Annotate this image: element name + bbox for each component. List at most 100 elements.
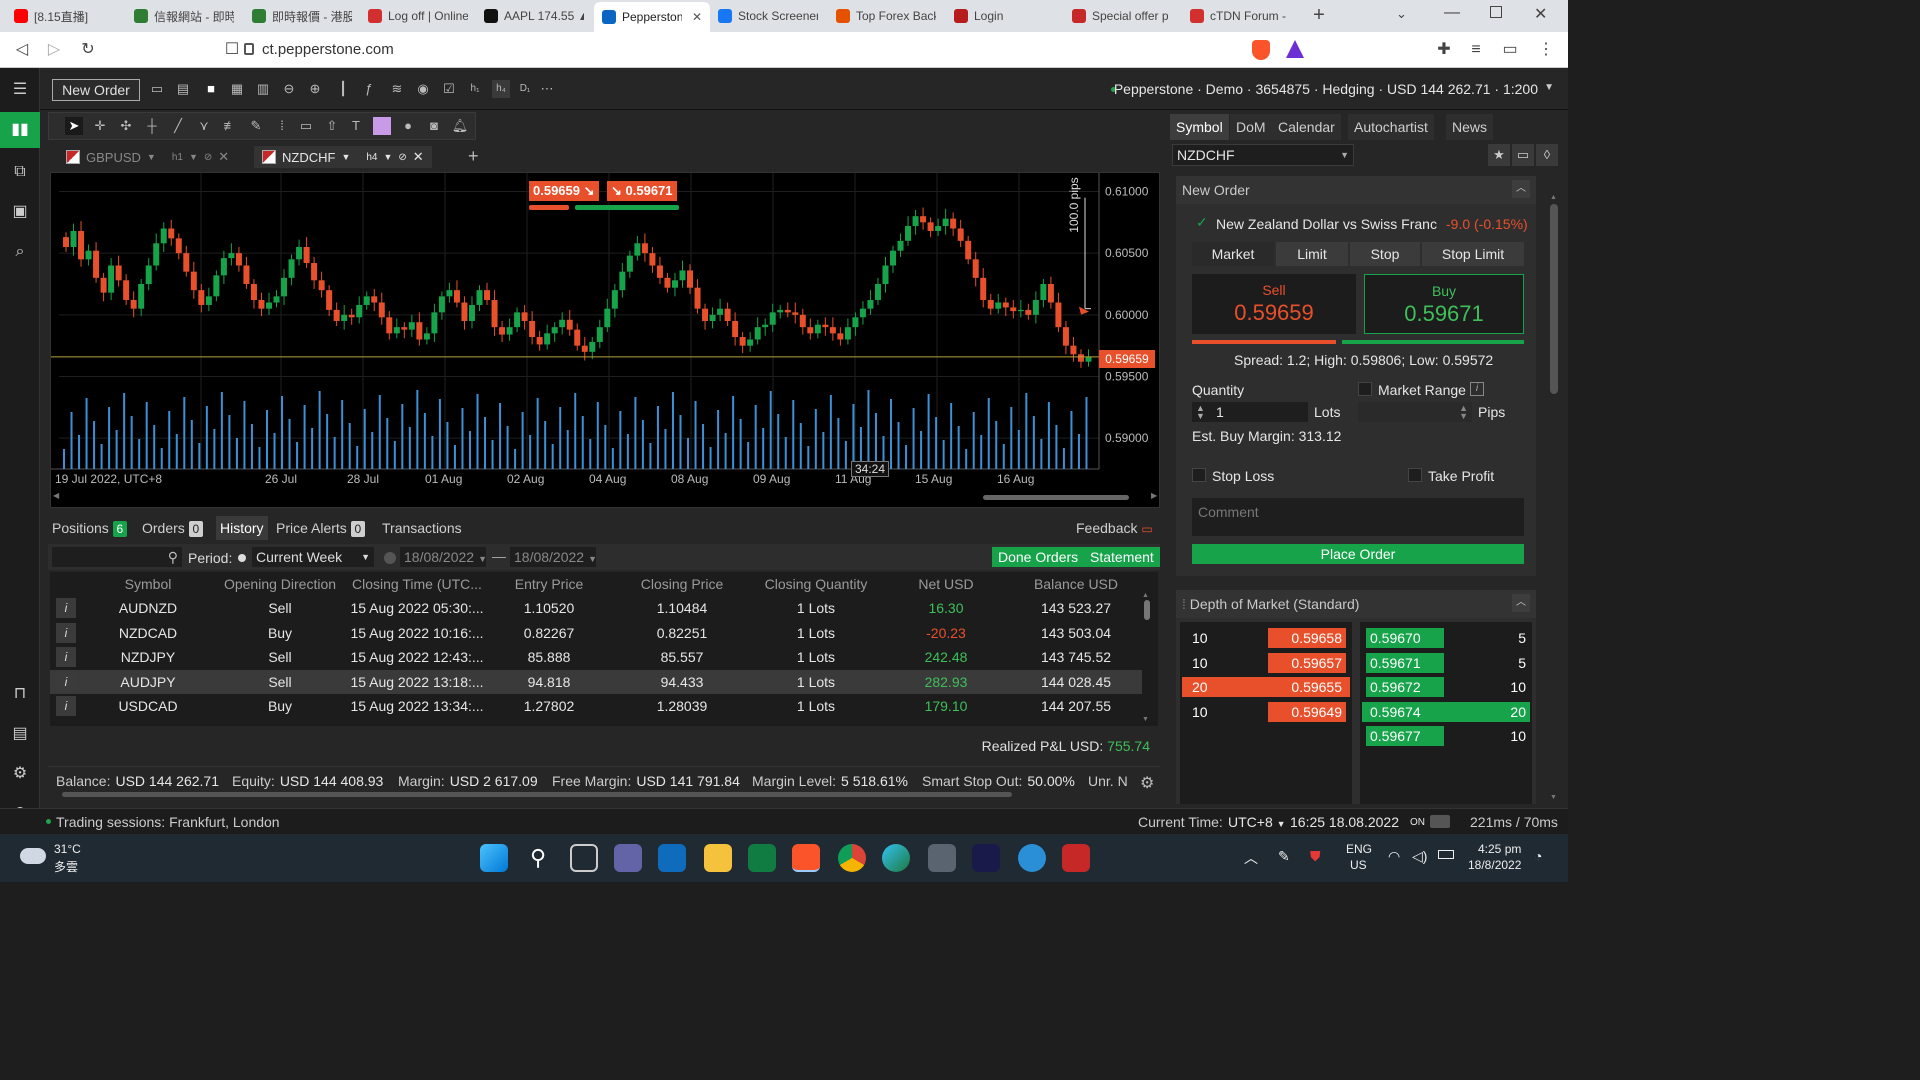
- right-tab-autochartist[interactable]: Autochartist: [1348, 114, 1434, 140]
- scroll-down-icon[interactable]: ▼: [1550, 794, 1557, 801]
- candle-body[interactable]: [115, 265, 122, 281]
- order-type-market[interactable]: Market: [1192, 242, 1274, 266]
- candle-body[interactable]: [1017, 309, 1024, 312]
- candle-body[interactable]: [702, 308, 709, 321]
- browser-tab[interactable]: 即時報價 - 港股: [244, 4, 360, 28]
- candle-body[interactable]: [1010, 307, 1017, 312]
- scroll-left-icon[interactable]: ◀: [53, 491, 59, 500]
- candle-body[interactable]: [905, 226, 912, 241]
- column-header[interactable]: Net USD: [882, 572, 1010, 596]
- brave-rewards-icon[interactable]: [1286, 40, 1304, 58]
- pips-input[interactable]: ▲ ▼: [1358, 402, 1472, 422]
- info-icon[interactable]: i: [1470, 382, 1484, 396]
- candle-body[interactable]: [1070, 345, 1077, 355]
- ask-price[interactable]: 0.59671: [1366, 652, 1444, 673]
- candle-body[interactable]: [747, 339, 754, 346]
- sell-button[interactable]: Sell 0.59659: [1192, 274, 1356, 334]
- notification-icon[interactable]: ◔: [1534, 848, 1542, 864]
- candle-body[interactable]: [378, 302, 385, 318]
- weather-cloud-icon[interactable]: [20, 848, 46, 864]
- reload-icon[interactable]: ↻: [78, 40, 98, 60]
- ask-price[interactable]: 0.59677: [1366, 726, 1444, 746]
- single-chart-icon[interactable]: ■: [202, 80, 220, 98]
- ask-price[interactable]: 0.59672: [1366, 677, 1444, 697]
- layout-icon[interactable]: ▤: [174, 80, 192, 98]
- playlist-icon[interactable]: ≡: [1466, 40, 1486, 60]
- info-icon[interactable]: i: [56, 671, 76, 692]
- minimize-button[interactable]: —: [1444, 4, 1460, 22]
- timezone-select[interactable]: UTC+8 ▼: [1228, 814, 1286, 830]
- right-tab-news[interactable]: News: [1446, 114, 1494, 140]
- info-icon[interactable]: i: [56, 598, 76, 618]
- candle-body[interactable]: [506, 327, 513, 335]
- candle-body[interactable]: [416, 322, 423, 340]
- candle-body[interactable]: [63, 237, 69, 247]
- period-radio[interactable]: [238, 554, 246, 562]
- candle-body[interactable]: [468, 304, 475, 321]
- candle-body[interactable]: [311, 263, 318, 281]
- clock-time[interactable]: 4:25 pm: [1478, 842, 1521, 856]
- candle-body[interactable]: [175, 238, 182, 254]
- chart-type-icon[interactable]: ▭: [148, 80, 166, 98]
- candle-body[interactable]: [198, 290, 205, 305]
- candle-body[interactable]: [950, 218, 957, 229]
- excel-icon[interactable]: [748, 844, 776, 872]
- candle-body[interactable]: [679, 270, 686, 281]
- candle-body[interactable]: [318, 280, 325, 291]
- candle-body[interactable]: [799, 314, 806, 328]
- candle-body[interactable]: [844, 327, 851, 340]
- candle-body[interactable]: [220, 258, 227, 276]
- edge-icon[interactable]: [882, 844, 910, 872]
- forward-icon[interactable]: ▷: [44, 40, 64, 60]
- candle-body[interactable]: [476, 290, 483, 305]
- candle-body[interactable]: [1040, 284, 1047, 301]
- brave-browser-icon[interactable]: [792, 844, 820, 872]
- close-window-button[interactable]: ✕: [1534, 4, 1547, 24]
- comment-input[interactable]: Comment: [1192, 498, 1524, 536]
- candle-body[interactable]: [732, 321, 739, 338]
- candle-body[interactable]: [1032, 300, 1039, 315]
- split-chart-icon[interactable]: ▥: [254, 80, 272, 98]
- candle-body[interactable]: [145, 265, 152, 285]
- quantity-stepper[interactable]: ▲ ▼ 1: [1192, 402, 1308, 422]
- candle-body[interactable]: [980, 277, 987, 301]
- zoom-out-icon[interactable]: ⊖: [280, 80, 298, 98]
- task-view-icon[interactable]: [570, 844, 598, 872]
- candle-body[interactable]: [393, 327, 400, 334]
- scroll-down-icon[interactable]: ▼: [1142, 716, 1149, 723]
- candle-body[interactable]: [386, 317, 393, 334]
- drag-handle-icon[interactable]: ⁞: [1182, 596, 1186, 612]
- candle-body[interactable]: [656, 265, 663, 278]
- candle-body[interactable]: [611, 290, 618, 309]
- analyze-icon[interactable]: ⌕: [8, 240, 32, 264]
- date-to-input[interactable]: 18/08/2022 ▼: [510, 547, 597, 567]
- mail-icon[interactable]: [658, 844, 686, 872]
- candle-body[interactable]: [160, 228, 167, 244]
- scroll-right-icon[interactable]: ▶: [1151, 491, 1157, 500]
- candle-body[interactable]: [408, 322, 415, 330]
- candle-body[interactable]: [288, 259, 295, 278]
- candle-body[interactable]: [837, 333, 844, 340]
- automate-icon[interactable]: ▣: [8, 200, 32, 224]
- candle-body[interactable]: [296, 247, 303, 260]
- candle-body[interactable]: [78, 230, 85, 260]
- horizontal-scrollbar[interactable]: [983, 495, 1129, 500]
- circle-icon[interactable]: ●: [399, 117, 417, 135]
- account-dropdown-icon[interactable]: ▼: [1544, 82, 1554, 93]
- candle-body[interactable]: [995, 302, 1002, 309]
- candle-body[interactable]: [93, 250, 100, 278]
- table-row[interactable]: i NZDCAD Buy 15 Aug 2022 10:16:... 0.82267 0.…: [50, 621, 1142, 645]
- cursor-icon[interactable]: ➤: [65, 117, 83, 135]
- candle-body[interactable]: [453, 290, 460, 303]
- copy-icon[interactable]: ⧉: [8, 160, 32, 184]
- hamburger-menu-icon[interactable]: ☰: [8, 78, 32, 102]
- browser-tab[interactable]: Top Forex Back: [828, 4, 944, 28]
- candle-body[interactable]: [792, 312, 799, 315]
- candle-body[interactable]: [1055, 302, 1062, 328]
- candle-body[interactable]: [626, 255, 633, 272]
- calculator-icon[interactable]: [928, 844, 956, 872]
- candle-body[interactable]: [671, 280, 678, 288]
- candle-body[interactable]: [581, 345, 588, 352]
- color-swatch[interactable]: [373, 117, 391, 135]
- close-icon[interactable]: ✕: [218, 149, 229, 165]
